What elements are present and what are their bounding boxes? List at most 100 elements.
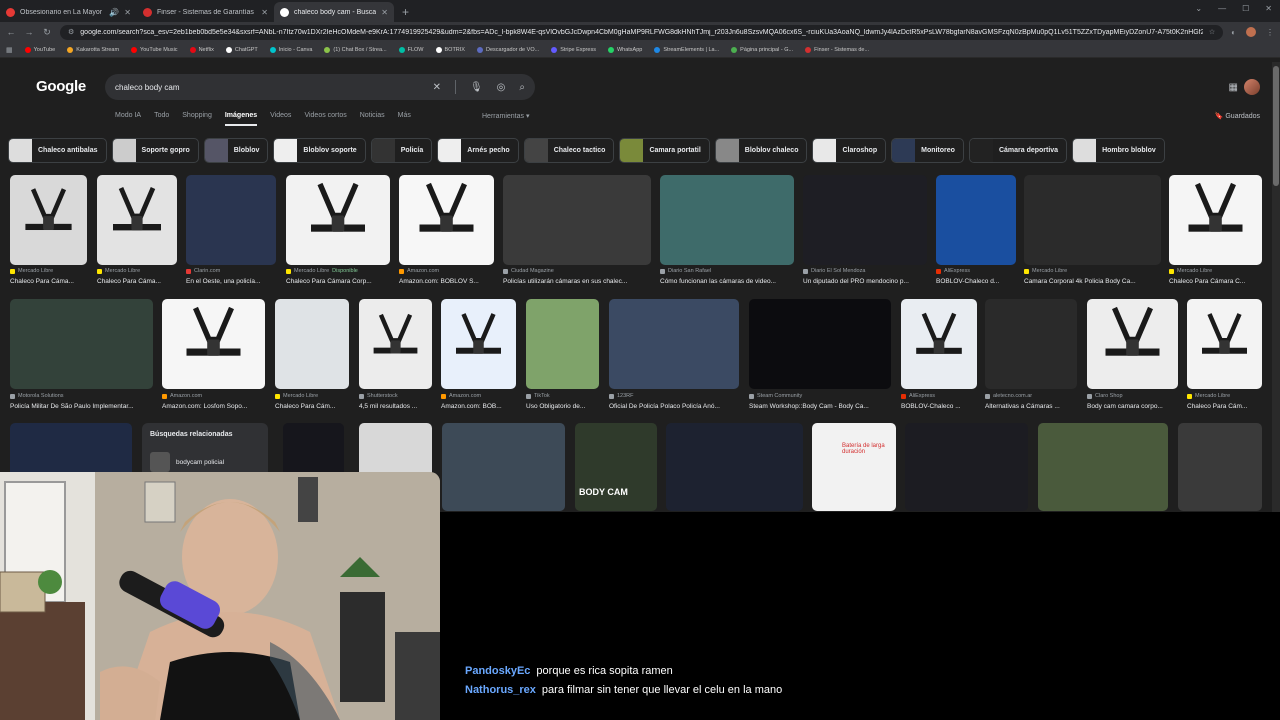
- site-info-icon[interactable]: ⚙: [68, 28, 74, 36]
- image-result[interactable]: [10, 175, 87, 265]
- result-title[interactable]: Cómo funcionan las cámaras de video...: [660, 278, 794, 285]
- scrollbar-thumb[interactable]: [1273, 66, 1279, 186]
- refine-chip[interactable]: Hombro bloblov: [1072, 138, 1165, 163]
- bookmark-item[interactable]: BOTRIX: [435, 46, 465, 53]
- chevron-down-icon[interactable]: ⌄: [1195, 4, 1202, 13]
- bookmark-item[interactable]: ChatGPT: [225, 46, 258, 53]
- search-tab[interactable]: Modo IA: [115, 112, 141, 126]
- refine-chip[interactable]: Chaleco antibalas: [8, 138, 107, 163]
- profile-icon[interactable]: [1246, 27, 1256, 37]
- image-result[interactable]: [186, 175, 276, 265]
- result-title[interactable]: Un diputado del PRO mendocino p...: [803, 278, 927, 285]
- refine-chip[interactable]: Camara portatil: [619, 138, 710, 163]
- result-title[interactable]: Chaleco Para Cáma...: [97, 278, 177, 285]
- image-result[interactable]: [1087, 299, 1178, 389]
- bookmark-item[interactable]: YouTube Music: [131, 46, 178, 53]
- forward-icon[interactable]: →: [24, 27, 34, 37]
- result-source[interactable]: AliExpress: [936, 268, 1016, 274]
- bookmark-item[interactable]: Kakarotta Stream: [67, 46, 119, 53]
- search-tab[interactable]: Shopping: [182, 112, 212, 126]
- image-result[interactable]: BODY CAM: [575, 423, 657, 511]
- image-result[interactable]: [1038, 423, 1168, 511]
- image-result[interactable]: [905, 423, 1028, 511]
- result-source[interactable]: Motorola Solutions: [10, 393, 153, 399]
- result-title[interactable]: BOBLOV-Chaleco d...: [936, 278, 1016, 285]
- image-result[interactable]: [10, 299, 153, 389]
- refine-chip[interactable]: Policía: [370, 138, 433, 163]
- result-title[interactable]: Chaleco Para Cámara Corp...: [286, 278, 390, 285]
- image-result[interactable]: [901, 299, 977, 389]
- related-item[interactable]: bodycam policial: [150, 452, 260, 472]
- result-source[interactable]: Shutterstock: [359, 393, 432, 399]
- result-source[interactable]: Amazon.com: [162, 393, 265, 399]
- result-source[interactable]: Mercado Libre: [10, 268, 87, 274]
- image-result[interactable]: [441, 299, 516, 389]
- bookmark-item[interactable]: Página principal - G...: [731, 46, 793, 53]
- bookmark-star-icon[interactable]: ☆: [1209, 28, 1215, 36]
- result-title[interactable]: Steam Workshop::Body Cam - Body Ca...: [749, 403, 891, 410]
- refine-chip[interactable]: Claroshop: [812, 138, 887, 163]
- refine-chip[interactable]: Chaleco tactico: [523, 138, 615, 163]
- refine-chip[interactable]: Bloblov chaleco: [714, 138, 808, 163]
- back-icon[interactable]: ←: [6, 27, 16, 37]
- search-tab[interactable]: Noticias: [360, 112, 385, 126]
- result-title[interactable]: Chaleco Para Cámara C...: [1169, 278, 1262, 285]
- close-icon[interactable]: ✕: [261, 8, 268, 17]
- result-source[interactable]: Steam Community: [749, 393, 891, 399]
- bookmark-item[interactable]: FLOW: [398, 46, 424, 53]
- search-tab[interactable]: Imágenes: [224, 112, 258, 126]
- image-result[interactable]: [936, 175, 1016, 265]
- result-source[interactable]: Claro Shop: [1087, 393, 1178, 399]
- result-title[interactable]: 4,5 mil resultados ...: [359, 403, 432, 410]
- menu-icon[interactable]: ⋮: [1266, 28, 1274, 37]
- bookmark-item[interactable]: Stripe Express: [551, 46, 596, 53]
- avatar[interactable]: [1244, 79, 1260, 95]
- result-title[interactable]: Alternativas a Cámaras ...: [985, 403, 1077, 410]
- result-title[interactable]: En el Oeste, una policía...: [186, 278, 276, 285]
- image-result[interactable]: [1169, 175, 1262, 265]
- result-title[interactable]: Body cam camara corpo...: [1087, 403, 1178, 410]
- result-source[interactable]: aletecno.com.ar: [985, 393, 1077, 399]
- minimize-icon[interactable]: —: [1218, 4, 1226, 13]
- image-result[interactable]: [286, 175, 390, 265]
- browser-tab-active[interactable]: chaleco body cam - Buscar con Google ✕: [274, 2, 394, 22]
- microphone-icon[interactable]: 🎙: [470, 82, 483, 93]
- image-result[interactable]: [1187, 299, 1262, 389]
- result-source[interactable]: Diario San Rafael: [660, 268, 794, 274]
- bookmark-item[interactable]: Descargador de VO...: [476, 46, 539, 53]
- browser-tab[interactable]: Finser - Sistemas de Garantías ✕: [137, 2, 274, 22]
- search-icon[interactable]: ⌕: [519, 82, 525, 93]
- apps-grid-icon[interactable]: ▦: [6, 46, 13, 54]
- refine-chip[interactable]: Bloblov soporte: [273, 138, 366, 163]
- speaker-icon[interactable]: 🔊: [109, 8, 119, 17]
- extension-icon[interactable]: ◐: [1231, 28, 1236, 37]
- result-title[interactable]: Policía Militar De São Paulo Implementar…: [10, 403, 153, 410]
- reload-icon[interactable]: ↻: [42, 27, 52, 38]
- google-logo[interactable]: Google: [36, 78, 86, 95]
- result-source[interactable]: Mercado Libre: [1187, 393, 1262, 399]
- bookmark-item[interactable]: Finser - Sistemas de...: [805, 46, 869, 53]
- search-input[interactable]: [115, 82, 433, 92]
- image-result[interactable]: [1024, 175, 1161, 265]
- result-title[interactable]: Oficial De Policía Polaco Policía Anó...: [609, 403, 739, 410]
- result-source[interactable]: AliExpress: [901, 393, 977, 399]
- result-source[interactable]: Clarin.com: [186, 268, 276, 274]
- result-source[interactable]: 123RF: [609, 393, 739, 399]
- result-title[interactable]: Camara Corporal 4k Policia Body Ca...: [1024, 278, 1161, 285]
- result-title[interactable]: Uso Obligatorio de...: [526, 403, 599, 410]
- result-source[interactable]: Ciudad Magazine: [503, 268, 651, 274]
- result-source[interactable]: Mercado Libre: [97, 268, 177, 274]
- close-icon[interactable]: ✕: [124, 8, 131, 17]
- new-tab-button[interactable]: +: [394, 5, 417, 22]
- lens-icon[interactable]: ◎: [497, 82, 506, 93]
- result-title[interactable]: BOBLOV-Chaleco ...: [901, 403, 977, 410]
- bookmark-item[interactable]: YouTube: [24, 46, 55, 53]
- bookmark-item[interactable]: Inicio - Canva: [269, 46, 312, 53]
- image-result[interactable]: [359, 299, 432, 389]
- image-result[interactable]: [442, 423, 565, 511]
- address-bar[interactable]: ⚙ google.com/search?sca_esv=2eb1beb0bd5e…: [60, 24, 1224, 40]
- result-source[interactable]: Mercado Libre: [1024, 268, 1161, 274]
- close-window-icon[interactable]: ✕: [1265, 4, 1272, 13]
- refine-chip[interactable]: Soporte gopro: [111, 138, 199, 163]
- google-apps-icon[interactable]: ▦: [1229, 82, 1238, 93]
